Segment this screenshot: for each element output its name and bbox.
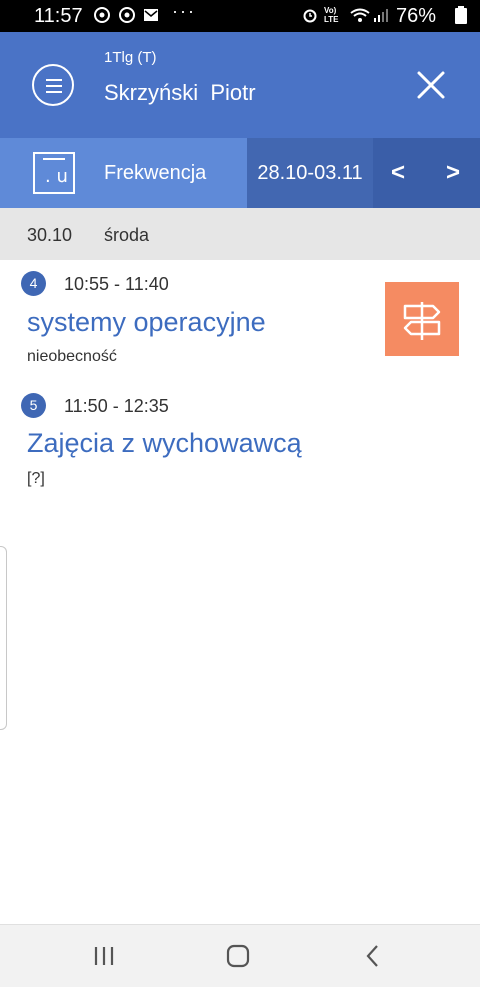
edge-panel-handle[interactable] [0,546,7,730]
mail-icon [144,9,158,21]
home-icon[interactable] [225,943,251,969]
volte-icon: Vo) LTE [324,6,339,24]
recent-apps-icon[interactable] [91,943,117,969]
next-week-button[interactable]: > [428,138,478,208]
chrome-icon [119,7,135,23]
alarm-icon [303,9,317,23]
attendance-module-icon[interactable]: . u [33,152,75,194]
signal-icon [374,9,388,22]
lesson-subject: systemy operacyjne [27,307,266,337]
class-label: 1Tlg (T) [104,49,157,66]
day-header: 30.10 środa [0,208,480,260]
lesson-status: [?] [27,470,45,487]
module-title: Frekwencja [104,162,207,184]
day-date: 30.10 [27,225,73,245]
week-navigation: < > [373,138,480,208]
close-icon[interactable] [414,68,448,102]
lesson-time: 11:50 - 12:35 [64,396,169,416]
prev-week-button[interactable]: < [373,138,423,208]
status-time: 11:57 [34,5,83,27]
more-notifications: ··· [172,1,196,21]
battery-percent: 76% [396,5,437,27]
battery-icon [455,6,467,24]
back-icon[interactable] [360,943,386,969]
status-bar: 11:57 ··· Vo) LTE 76% [0,0,480,32]
student-name: Skrzyński Piotr [104,80,256,105]
lesson-number-badge: 5 [21,393,46,418]
lesson-number-badge: 4 [21,271,46,296]
wifi-icon [350,8,370,22]
hamburger-menu-icon[interactable] [32,64,74,106]
lesson-status: nieobecność [27,348,117,365]
lesson-subject: Zajęcia z wychowawcą [27,428,302,458]
signpost-icon[interactable] [385,282,459,356]
system-nav-bar [0,924,480,987]
day-name: środa [104,225,150,245]
date-range[interactable]: 28.10-03.11 [247,138,373,208]
app-header: 1Tlg (T) Skrzyński Piotr [0,32,480,138]
chrome-icon [94,7,110,23]
module-bar: . u Frekwencja 28.10-03.11 < > [0,138,480,208]
lesson-time: 10:55 - 11:40 [64,274,169,294]
